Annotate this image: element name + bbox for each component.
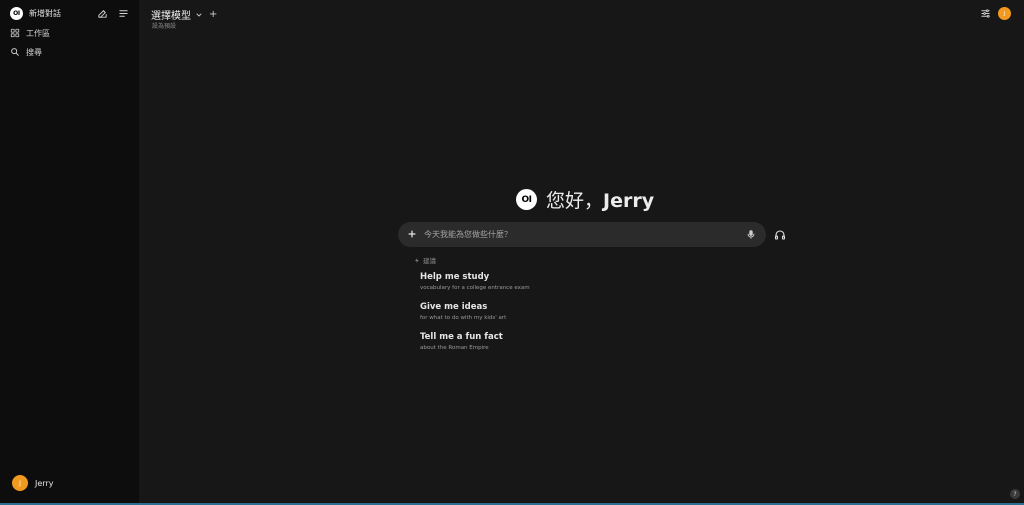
message-composer xyxy=(398,222,766,247)
suggestion-item[interactable]: Help me study vocabulary for a college e… xyxy=(420,272,530,291)
sidebar-item-workspace[interactable]: 工作區 xyxy=(10,26,50,40)
suggestions-label: 建議 xyxy=(423,257,436,265)
suggestion-subtitle: vocabulary for a college entrance exam xyxy=(420,285,530,291)
menu-icon[interactable] xyxy=(118,8,130,20)
suggestion-item[interactable]: Tell me a fun fact about the Roman Empir… xyxy=(420,332,503,351)
suggestion-subtitle: for what to do with my kids' art xyxy=(420,315,507,321)
suggestion-item[interactable]: Give me ideas for what to do with my kid… xyxy=(420,302,506,321)
chevron-down-icon xyxy=(195,11,203,19)
avatar[interactable]: J xyxy=(998,7,1011,20)
greeting-text: 您好，Jerry xyxy=(546,186,654,213)
search-icon xyxy=(10,47,20,57)
add-model-button[interactable]: + xyxy=(209,9,217,20)
model-logo: OI xyxy=(516,189,537,210)
headphones-icon[interactable] xyxy=(774,229,786,241)
help-button[interactable]: ? xyxy=(1010,489,1020,499)
suggestion-title: Give me ideas xyxy=(420,302,488,312)
set-default-link[interactable]: 設為預設 xyxy=(152,21,176,30)
avatar: J xyxy=(12,475,28,491)
model-selector-label: 選擇模型 xyxy=(151,11,191,22)
sidebar-item-search[interactable]: 搜尋 xyxy=(10,45,42,59)
user-name: Jerry xyxy=(35,478,54,488)
sidebar-header: OI 新增對話 xyxy=(0,0,139,28)
greeting: OI 您好，Jerry xyxy=(516,186,654,213)
greeting-name: Jerry xyxy=(603,190,655,212)
bolt-icon xyxy=(414,257,420,264)
app-logo[interactable]: OI xyxy=(10,7,23,20)
user-menu[interactable]: J Jerry xyxy=(12,475,53,491)
suggestion-subtitle: about the Roman Empire xyxy=(420,345,489,351)
suggestions-heading: 建議 xyxy=(414,255,436,265)
settings-sliders-icon[interactable] xyxy=(980,8,991,19)
sidebar: OI 新增對話 工作區 搜尋 J Jerry xyxy=(0,0,139,503)
greeting-prefix: 您好， xyxy=(546,190,604,212)
plus-icon[interactable] xyxy=(407,229,417,239)
microphone-icon[interactable] xyxy=(746,229,756,240)
model-selector[interactable]: 選擇模型 + xyxy=(151,7,217,22)
new-chat-link[interactable]: 新增對話 xyxy=(29,8,61,19)
edit-icon[interactable] xyxy=(97,8,109,20)
suggestion-title: Tell me a fun fact xyxy=(420,332,503,342)
sidebar-item-label: 工作區 xyxy=(26,28,50,38)
message-input[interactable] xyxy=(424,226,734,243)
sidebar-item-label: 搜尋 xyxy=(26,47,42,57)
grid-icon xyxy=(10,28,20,38)
suggestion-title: Help me study xyxy=(420,272,490,282)
